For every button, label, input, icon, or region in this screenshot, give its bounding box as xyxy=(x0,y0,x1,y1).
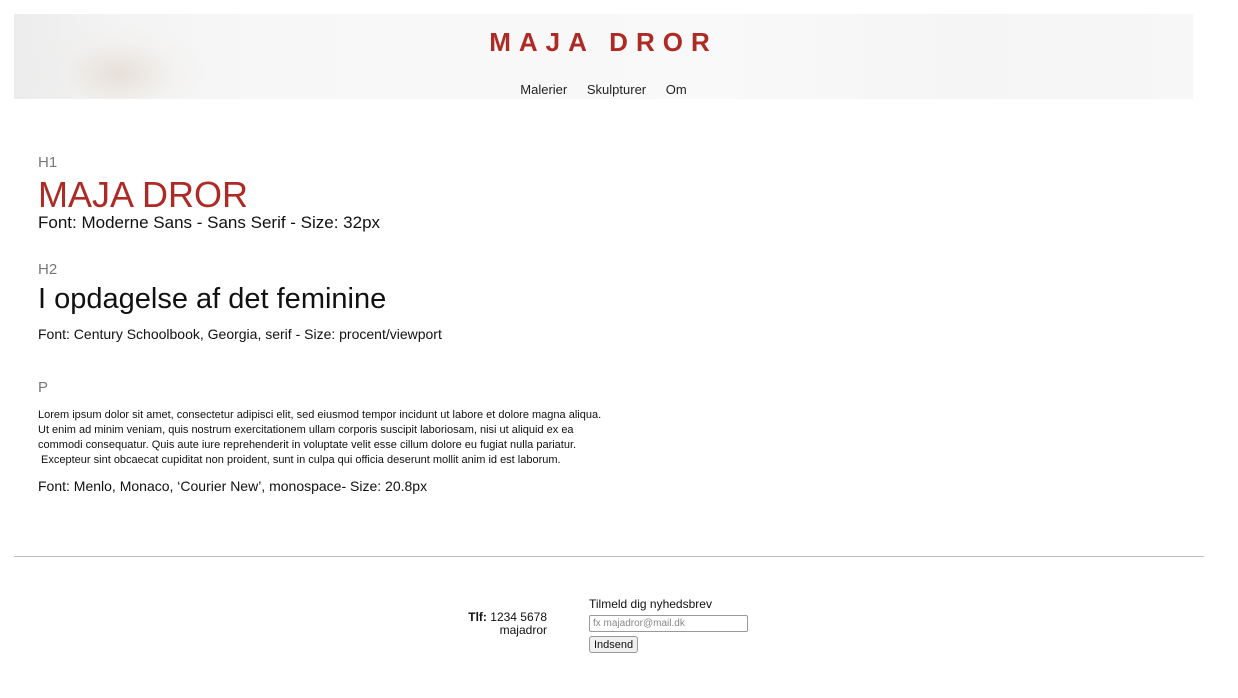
site-header: MAJA DROR Malerier Skulpturer Om xyxy=(14,14,1193,99)
main-nav: Malerier Skulpturer Om xyxy=(14,82,1193,97)
nav-item-malerier[interactable]: Malerier xyxy=(520,82,567,97)
newsletter-form: Tilmeld dig nyhedsbrev Indsend xyxy=(589,597,748,653)
newsletter-email-input[interactable] xyxy=(589,615,748,632)
p-section-label: P xyxy=(38,379,49,396)
h2-font-description: Font: Century Schoolbook, Georgia, serif… xyxy=(38,326,442,342)
h1-sample: MAJA DROR xyxy=(38,174,249,215)
h2-section-label: H2 xyxy=(38,261,58,278)
paragraph-sample: Lorem ipsum dolor sit amet, consectetur … xyxy=(38,408,698,468)
newsletter-send-button[interactable]: Indsend xyxy=(589,636,639,653)
h1-font-description: Font: Moderne Sans - Sans Serif - Size: … xyxy=(38,213,381,232)
paragraph-line: Lorem ipsum dolor sit amet, consectetur … xyxy=(38,409,602,421)
paragraph-line: Ut enim ad minim veniam, quis nostrum ex… xyxy=(38,424,574,436)
nav-item-skulpturer[interactable]: Skulpturer xyxy=(587,82,646,97)
h1-section-label: H1 xyxy=(38,154,58,171)
paragraph-line: commodi consequatur. Quis aute iure repr… xyxy=(38,439,577,451)
nav-item-om[interactable]: Om xyxy=(666,82,687,97)
p-font-description: Font: Menlo, Monaco, ‘Courier New’, mono… xyxy=(38,478,428,494)
contact-handle: majadror xyxy=(499,623,547,637)
newsletter-title: Tilmeld dig nyhedsbrev xyxy=(589,597,712,611)
site-logo[interactable]: MAJA DROR xyxy=(14,27,1193,58)
footer-divider xyxy=(14,556,1204,557)
paragraph-line: Excepteur sint obcaecat cupiditat non pr… xyxy=(38,454,561,466)
contact-info: Tlf: 1234 5678 majadror xyxy=(440,611,547,637)
h2-sample: I opdagelse af det feminine xyxy=(38,283,387,315)
phone-number: 1234 5678 xyxy=(490,610,547,624)
phone-label: Tlf: xyxy=(468,610,487,624)
